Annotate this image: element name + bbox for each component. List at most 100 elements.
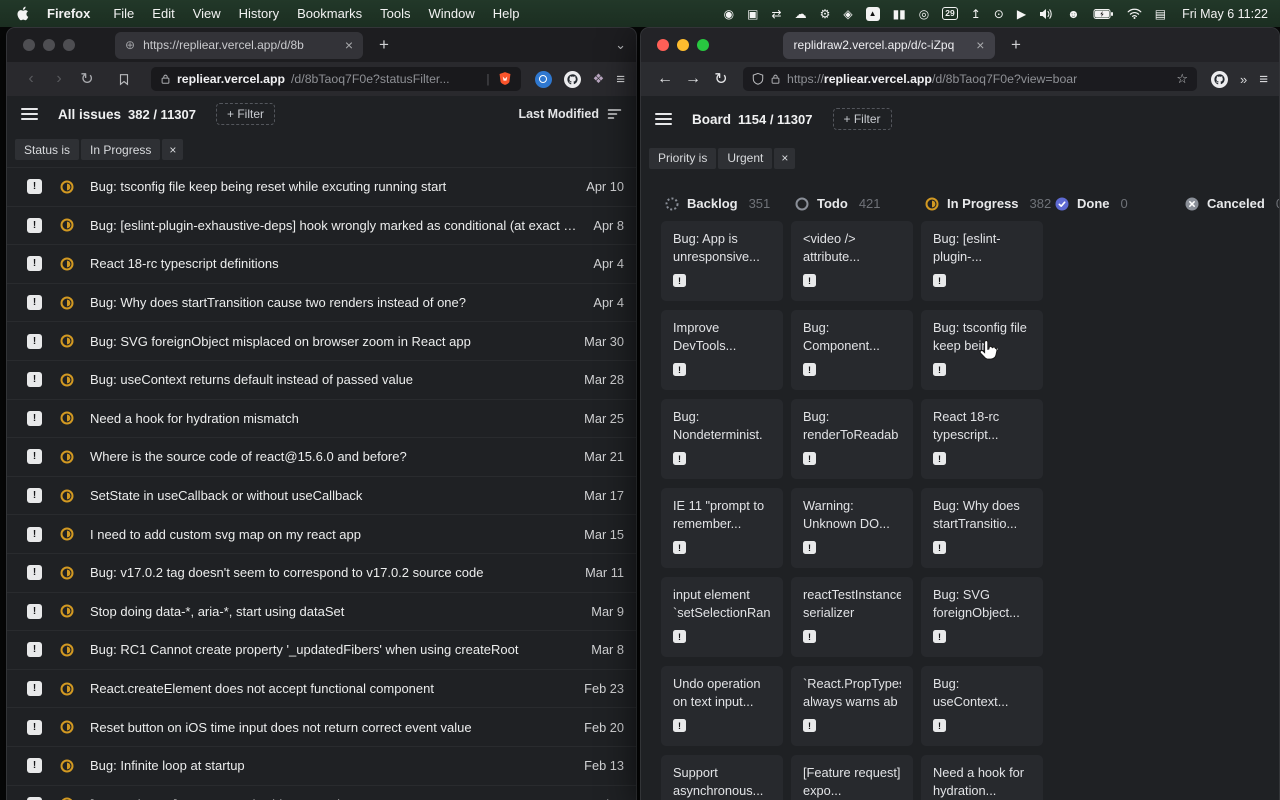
kanban-card[interactable]: Need a hook for hydration... ! bbox=[921, 755, 1043, 800]
tab-close-icon[interactable]: × bbox=[345, 37, 353, 53]
control-center-icon[interactable]: ▤ bbox=[1155, 8, 1166, 20]
cloud-icon[interactable]: ☁ bbox=[795, 8, 807, 20]
zoom-window-button[interactable] bbox=[697, 39, 709, 51]
minimize-window-button[interactable] bbox=[43, 39, 55, 51]
dropbox-icon[interactable]: ◈ bbox=[843, 8, 852, 20]
close-window-button[interactable] bbox=[23, 39, 35, 51]
kanban-card[interactable]: Support asynchronous... ! bbox=[661, 755, 783, 800]
camera-icon[interactable]: ▣ bbox=[747, 8, 758, 20]
issue-row[interactable]: ! Bug: [eslint-plugin-exhaustive-deps] h… bbox=[7, 207, 636, 246]
browser-tab[interactable]: ⊕ https://repliear.vercel.app/d/8b × bbox=[115, 32, 363, 59]
issue-row[interactable]: ! Bug: useContext returns default instea… bbox=[7, 361, 636, 400]
kanban-card[interactable]: IE 11 "prompt to remember... ! bbox=[661, 488, 783, 568]
window-manager-icon[interactable]: ▮▮ bbox=[893, 8, 906, 20]
browser-tab[interactable]: replidraw2.vercel.app/d/c-iZpq × bbox=[783, 32, 995, 59]
onepassword-extension-icon[interactable] bbox=[535, 71, 552, 88]
battery-icon[interactable] bbox=[1093, 9, 1114, 19]
vercel-icon[interactable]: ▲ bbox=[866, 7, 880, 21]
tab-close-icon[interactable]: × bbox=[976, 37, 984, 53]
issue-row[interactable]: ! Where is the source code of react@15.6… bbox=[7, 438, 636, 477]
tab-overflow-chevron-icon[interactable]: ⌄ bbox=[615, 37, 626, 53]
reload-button[interactable]: ↻ bbox=[709, 69, 733, 89]
kanban-card[interactable]: Improve DevTools... ! bbox=[661, 310, 783, 390]
kanban-card[interactable]: <video /> attribute... ! bbox=[791, 221, 913, 301]
issue-row[interactable]: ! Bug: SVG foreignObject misplaced on br… bbox=[7, 322, 636, 361]
issue-row[interactable]: ! Bug: Infinite loop at startup Feb 13 bbox=[7, 747, 636, 786]
kanban-card[interactable]: `React.PropTypes always warns ab ! bbox=[791, 666, 913, 746]
bookmark-star-icon[interactable]: ☆ bbox=[1176, 71, 1188, 87]
add-filter-button[interactable]: + Filter bbox=[216, 103, 275, 125]
browser-menu-icon[interactable]: ≡ bbox=[616, 71, 624, 88]
minimize-window-button[interactable] bbox=[677, 39, 689, 51]
filter-field[interactable]: Status is bbox=[15, 139, 79, 160]
forward-button[interactable]: → bbox=[681, 70, 705, 88]
forward-button[interactable]: › bbox=[47, 70, 71, 88]
filter-remove-icon[interactable]: × bbox=[774, 148, 795, 169]
kanban-card[interactable]: input element `setSelectionRan ! bbox=[661, 577, 783, 657]
issue-row[interactable]: ! Bug: tsconfig file keep being reset wh… bbox=[7, 168, 636, 207]
back-button[interactable]: ← bbox=[653, 70, 677, 88]
bookmark-icon[interactable] bbox=[117, 72, 141, 87]
close-window-button[interactable] bbox=[657, 39, 669, 51]
issue-row[interactable]: ! [DevTools Bug] Unsupported Bridge oper… bbox=[7, 786, 636, 800]
kanban-card[interactable]: Bug: [eslint-plugin-... ! bbox=[921, 221, 1043, 301]
github-extension-icon[interactable] bbox=[1211, 71, 1228, 88]
back-button[interactable]: ‹ bbox=[19, 70, 43, 88]
play-icon[interactable]: ▶ bbox=[1017, 8, 1026, 20]
wifi-icon[interactable] bbox=[1127, 8, 1142, 19]
issue-row[interactable]: ! React 18-rc typescript definitions Apr… bbox=[7, 245, 636, 284]
new-tab-button[interactable]: + bbox=[1011, 35, 1021, 55]
issue-row[interactable]: ! Need a hook for hydration mismatch Mar… bbox=[7, 400, 636, 439]
filter-remove-icon[interactable]: × bbox=[162, 139, 183, 160]
menu-tools[interactable]: Tools bbox=[371, 6, 419, 21]
reload-button[interactable]: ↻ bbox=[75, 69, 99, 89]
menu-edit[interactable]: Edit bbox=[143, 6, 183, 21]
filter-value[interactable]: Urgent bbox=[718, 148, 772, 169]
upload-icon[interactable]: ↥ bbox=[971, 8, 981, 20]
kanban-card[interactable]: Bug: Component... ! bbox=[791, 310, 913, 390]
app-menu-icon[interactable] bbox=[655, 113, 672, 124]
kanban-card[interactable]: React 18-rc typescript... ! bbox=[921, 399, 1043, 479]
browser-menu-icon[interactable]: ≡ bbox=[1259, 71, 1267, 88]
add-filter-button[interactable]: + Filter bbox=[833, 108, 892, 130]
apple-logo-icon[interactable] bbox=[16, 6, 29, 21]
account-icon[interactable]: ☻ bbox=[1067, 8, 1080, 20]
menu-bookmarks[interactable]: Bookmarks bbox=[288, 6, 371, 21]
github-extension-icon[interactable] bbox=[564, 71, 581, 88]
kanban-card[interactable]: Bug: App is unresponsive... ! bbox=[661, 221, 783, 301]
kanban-card[interactable]: [Feature request] expo... ! bbox=[791, 755, 913, 800]
kanban-card[interactable]: Bug: useContext... ! bbox=[921, 666, 1043, 746]
issue-row[interactable]: ! Reset button on iOS time input does no… bbox=[7, 708, 636, 747]
issue-row[interactable]: ! Bug: Why does startTransition cause tw… bbox=[7, 284, 636, 323]
kanban-card[interactable]: Warning: Unknown DO... ! bbox=[791, 488, 913, 568]
toolbar-overflow-icon[interactable]: » bbox=[1240, 72, 1247, 87]
kanban-card[interactable]: reactTestInstance serializer ! bbox=[791, 577, 913, 657]
issue-row[interactable]: ! Bug: RC1 Cannot create property '_upda… bbox=[7, 631, 636, 670]
active-app-name[interactable]: Firefox bbox=[39, 6, 98, 21]
issue-row[interactable]: ! Bug: v17.0.2 tag doesn't seem to corre… bbox=[7, 554, 636, 593]
zoom-window-button[interactable] bbox=[63, 39, 75, 51]
issue-row[interactable]: ! SetState in useCallback or without use… bbox=[7, 477, 636, 516]
volume-icon[interactable] bbox=[1039, 8, 1054, 20]
app-menu-icon[interactable] bbox=[21, 108, 38, 119]
filter-field[interactable]: Priority is bbox=[649, 148, 716, 169]
kanban-card[interactable]: Undo operation on text input... ! bbox=[661, 666, 783, 746]
menu-view[interactable]: View bbox=[184, 6, 230, 21]
menu-window[interactable]: Window bbox=[420, 6, 484, 21]
menu-history[interactable]: History bbox=[230, 6, 288, 21]
kanban-card[interactable]: Bug: Nondeterminist. ! bbox=[661, 399, 783, 479]
extensions-icon[interactable]: ❖ bbox=[593, 71, 605, 87]
calendar-icon[interactable]: 29 bbox=[942, 7, 957, 20]
kanban-card[interactable]: Bug: Why does startTransitio... ! bbox=[921, 488, 1043, 568]
new-tab-button[interactable]: + bbox=[379, 35, 389, 55]
address-bar[interactable]: https://repliear.vercel.app/d/8bTaoq7F0e… bbox=[743, 67, 1197, 91]
address-bar[interactable]: repliear.vercel.app /d/8bTaoq7F0e?status… bbox=[151, 67, 521, 91]
onepassword-icon[interactable]: ◎ bbox=[919, 8, 929, 20]
screen-record-icon[interactable]: ◉ bbox=[724, 8, 734, 20]
docker-icon[interactable]: ⚙ bbox=[820, 8, 831, 20]
kanban-card[interactable]: Bug: SVG foreignObject... ! bbox=[921, 577, 1043, 657]
menu-help[interactable]: Help bbox=[484, 6, 529, 21]
kanban-card[interactable]: Bug: renderToReadab ! bbox=[791, 399, 913, 479]
issue-row[interactable]: ! Stop doing data-*, aria-*, start using… bbox=[7, 593, 636, 632]
filter-value[interactable]: In Progress bbox=[81, 139, 160, 160]
